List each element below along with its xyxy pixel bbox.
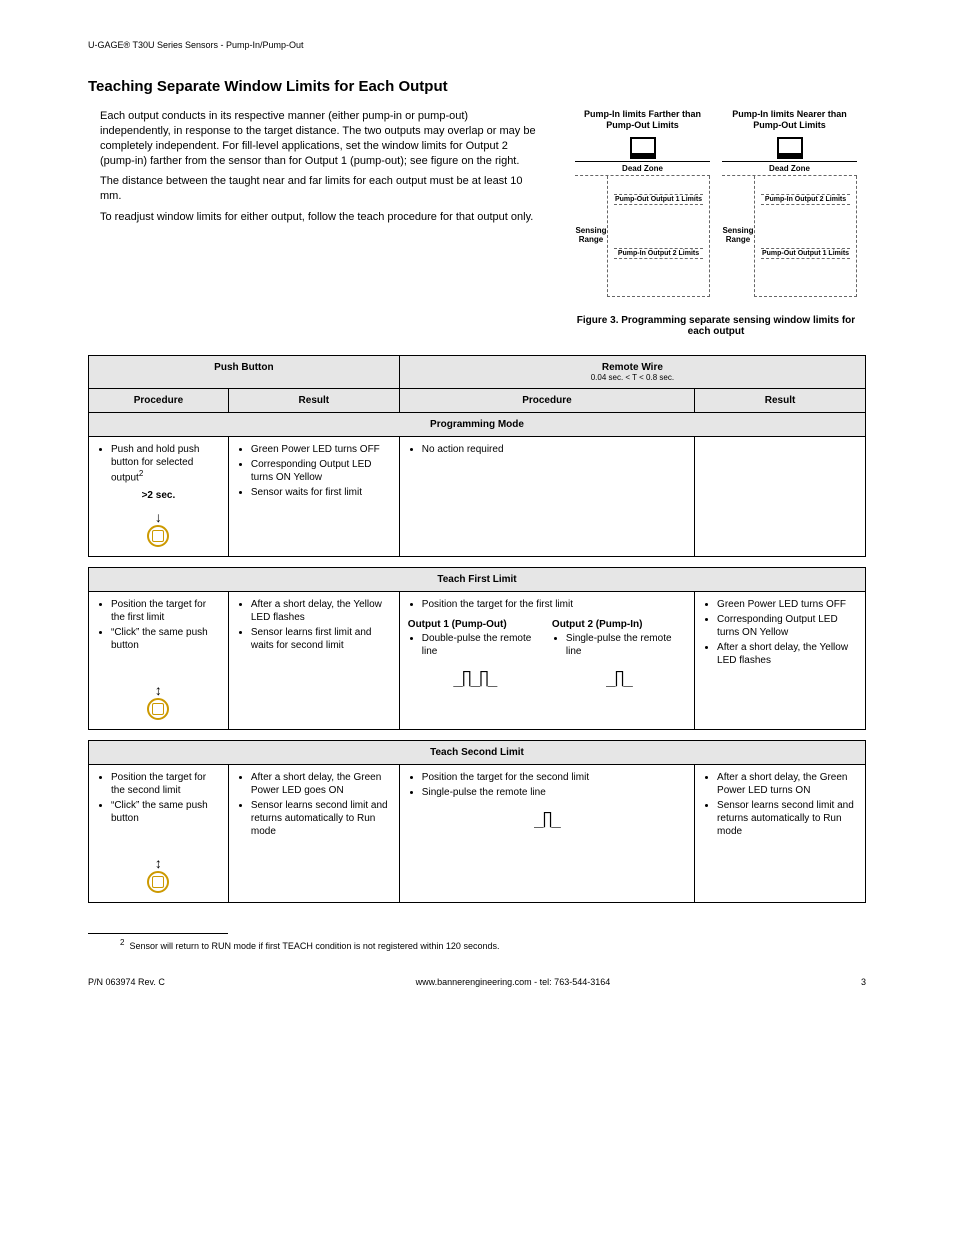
r1c2b: Corresponding Output LED turns ON Yellow	[251, 458, 391, 484]
col-procedure: Procedure	[89, 388, 229, 412]
footnote-ref: 2	[139, 469, 143, 478]
output2-header: Output 2 (Pump-In)	[552, 619, 686, 630]
diagram-right: Pump-In limits Nearer than Pump-Out Limi…	[722, 109, 857, 297]
r1c2a: Green Power LED turns OFF	[251, 443, 391, 456]
intro-p3: To readjust window limits for either out…	[100, 210, 540, 225]
remote-wire-sub: 0.04 sec. < T < 0.8 sec.	[408, 373, 857, 382]
remote-wire-label: Remote Wire	[602, 362, 663, 373]
cell-r3-c3: Position the target for the second limit…	[399, 764, 694, 902]
output2-body: Single-pulse the remote line	[566, 632, 686, 658]
section-title: Teaching Separate Window Limits for Each…	[88, 78, 866, 95]
push-button-icon	[147, 525, 169, 547]
output1-body: Double-pulse the remote line	[422, 632, 542, 658]
diagram-left: Pump-In limits Farther than Pump-Out Lim…	[575, 109, 710, 297]
figure-caption: Figure 3. Programming separate sensing w…	[566, 315, 866, 337]
col-result: Result	[695, 388, 866, 412]
r2c4c: After a short delay, the Yellow LED flas…	[717, 641, 857, 667]
r3c1a: Position the target for the second limit	[111, 771, 220, 797]
intro-text: Each output conducts in its respective m…	[88, 109, 540, 337]
r2c1b: “Click” the same push button	[111, 626, 220, 652]
sensor-icon	[777, 137, 803, 159]
cell-r1-c2: Green Power LED turns OFF Corresponding …	[228, 436, 399, 556]
col-procedure: Procedure	[399, 388, 694, 412]
intro-figure-row: Each output conducts in its respective m…	[88, 109, 866, 337]
limit-pump-in: Pump-In Output 2 Limits	[761, 194, 850, 205]
intro-p2: The distance between the taught near and…	[100, 174, 540, 204]
r1c1-text: Push and hold push button for selected o…	[111, 444, 199, 483]
deadzone-label: Dead Zone	[575, 161, 710, 176]
col-remote-wire: Remote Wire 0.04 sec. < T < 0.8 sec.	[399, 355, 865, 388]
limit-pump-in: Pump-In Output 2 Limits	[614, 248, 703, 259]
r3c3a: Position the target for the second limit	[422, 771, 686, 784]
figure-block: Pump-In limits Farther than Pump-Out Lim…	[566, 109, 866, 337]
r2c4a: Green Power LED turns OFF	[717, 598, 857, 611]
col-result: Result	[228, 388, 399, 412]
r2c4b: Corresponding Output LED turns ON Yellow	[717, 613, 857, 639]
sensor-icon	[630, 137, 656, 159]
diagram-right-title: Pump-In limits Nearer than Pump-Out Limi…	[722, 109, 857, 131]
single-pulse-icon: _∏_	[552, 668, 686, 687]
footer-center: www.bannerengineering.com - tel: 763-544…	[416, 977, 611, 987]
cell-r1-c1: Push and hold push button for selected o…	[89, 436, 229, 556]
arrow-down-icon	[97, 509, 220, 525]
r1c1-time: >2 sec.	[97, 490, 220, 501]
footnote-rule	[88, 933, 228, 934]
limit-pump-out: Pump-Out Output 1 Limits	[614, 194, 703, 205]
r3c4b: Sensor learns second limit and returns a…	[717, 799, 857, 838]
sensing-range-label: Sensing Range	[722, 227, 754, 245]
footnote-num: 2	[120, 938, 124, 947]
teach-second-header: Teach Second Limit	[89, 740, 866, 764]
intro-p1: Each output conducts in its respective m…	[100, 109, 540, 168]
r2c2a: After a short delay, the Yellow LED flas…	[251, 598, 391, 624]
diagram-left-title: Pump-In limits Farther than Pump-Out Lim…	[575, 109, 710, 131]
single-pulse-icon: _∏_	[408, 809, 686, 828]
r2c2b: Sensor learns first limit and waits for …	[251, 626, 391, 652]
double-arrow-icon	[97, 855, 220, 871]
teach-second-table: Teach Second Limit Position the target f…	[88, 740, 866, 903]
push-button-icon	[147, 871, 169, 893]
cell-r1-c4	[695, 436, 866, 556]
cell-r2-c2: After a short delay, the Yellow LED flas…	[228, 591, 399, 729]
programming-mode-header: Programming Mode	[89, 412, 866, 436]
push-button-icon	[147, 698, 169, 720]
deadzone-label: Dead Zone	[722, 161, 857, 176]
r2c3-top: Position the target for the first limit	[422, 598, 686, 611]
footer-right: 3	[861, 977, 866, 987]
footer-left: P/N 063974 Rev. C	[88, 977, 165, 987]
cell-r2-c4: Green Power LED turns OFF Corresponding …	[695, 591, 866, 729]
r3c4a: After a short delay, the Green Power LED…	[717, 771, 857, 797]
procedure-table: Push Button Remote Wire 0.04 sec. < T < …	[88, 355, 866, 557]
output1-header: Output 1 (Pump-Out)	[408, 619, 542, 630]
r1c3a: No action required	[422, 443, 686, 456]
page-footer: P/N 063974 Rev. C www.bannerengineering.…	[88, 977, 866, 987]
page-header: U-GAGE® T30U Series Sensors - Pump-In/Pu…	[88, 40, 866, 50]
cell-r3-c2: After a short delay, the Green Power LED…	[228, 764, 399, 902]
limit-pump-out: Pump-Out Output 1 Limits	[761, 248, 850, 259]
r1c2c: Sensor waits for first limit	[251, 486, 391, 499]
r3c1b: “Click” the same push button	[111, 799, 220, 825]
double-pulse-icon: _∏_∏_	[408, 668, 542, 687]
r3c2a: After a short delay, the Green Power LED…	[251, 771, 391, 797]
teach-first-table: Teach First Limit Position the target fo…	[88, 567, 866, 730]
cell-r1-c3: No action required	[399, 436, 694, 556]
sensing-range-label: Sensing Range	[575, 227, 607, 245]
r2c1a: Position the target for the first limit	[111, 598, 220, 624]
teach-first-header: Teach First Limit	[89, 567, 866, 591]
footnote: 2 Sensor will return to RUN mode if firs…	[88, 938, 866, 951]
double-arrow-icon	[97, 682, 220, 698]
cell-r3-c4: After a short delay, the Green Power LED…	[695, 764, 866, 902]
cell-r3-c1: Position the target for the second limit…	[89, 764, 229, 902]
cell-r2-c3: Position the target for the first limit …	[399, 591, 694, 729]
footnote-text: Sensor will return to RUN mode if first …	[129, 941, 499, 951]
r3c3b: Single-pulse the remote line	[422, 786, 686, 799]
r3c2b: Sensor learns second limit and returns a…	[251, 799, 391, 838]
col-push-button: Push Button	[89, 355, 400, 388]
cell-r2-c1: Position the target for the first limit …	[89, 591, 229, 729]
